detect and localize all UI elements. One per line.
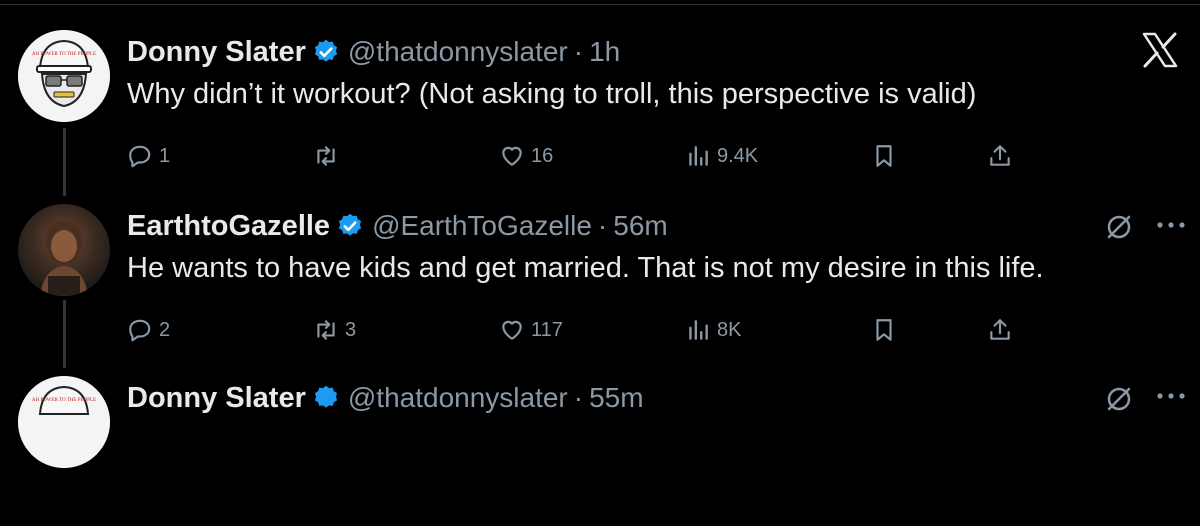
bookmark-button[interactable]	[871, 310, 903, 350]
tweet-actions: 2 3 117 8K	[127, 310, 1027, 350]
share-icon	[990, 319, 1010, 340]
tweet-text: He wants to have kids and get married. T…	[127, 252, 1044, 284]
share-button[interactable]	[987, 136, 1019, 176]
reply-icon	[129, 319, 151, 342]
repost-count: 3	[345, 318, 357, 341]
top-divider	[0, 4, 1200, 5]
tweet-header: EarthtoGazelle @EarthToGazelle · 56m	[127, 204, 668, 248]
reply-icon	[129, 145, 151, 168]
views-button[interactable]: 8K	[685, 310, 741, 350]
reply-button[interactable]: 1	[127, 136, 170, 176]
mute-icon[interactable]	[1104, 212, 1134, 242]
timestamp[interactable]: 1h	[589, 36, 620, 68]
tweet-header: Donny Slater @thatdonnyslater · 1h	[127, 30, 620, 74]
bookmark-icon	[876, 145, 892, 167]
cartoon-avatar-icon: AH POWER TO THE PEOPLE	[18, 30, 110, 122]
tweet-text: Why didn’t it workout? (Not asking to tr…	[127, 78, 977, 110]
like-button[interactable]: 16	[499, 136, 553, 176]
display-name[interactable]: EarthtoGazelle	[127, 210, 330, 243]
reply-button[interactable]: 2	[127, 310, 170, 350]
views-count: 8K	[717, 318, 742, 341]
timestamp[interactable]: 55m	[589, 382, 643, 414]
like-button[interactable]: 117	[499, 310, 563, 350]
mute-icon[interactable]	[1104, 384, 1134, 414]
display-name[interactable]: Donny Slater	[127, 382, 306, 415]
repost-button[interactable]	[313, 136, 345, 176]
like-count: 16	[531, 144, 554, 167]
display-name[interactable]: Donny Slater	[127, 36, 306, 69]
avatar[interactable]	[18, 204, 110, 296]
repost-button[interactable]: 3	[313, 310, 356, 350]
bookmark-button[interactable]	[871, 136, 903, 176]
separator: ·	[573, 382, 584, 413]
views-count: 9.4K	[717, 144, 759, 167]
profile-photo-icon	[40, 220, 88, 296]
avatar[interactable]: AH POWER TO THE PEOPLE	[18, 376, 110, 468]
views-chart-icon	[689, 320, 708, 340]
verified-badge-icon	[338, 213, 362, 236]
avatar-cap-text: AH POWER TO THE PEOPLE	[32, 398, 96, 403]
repost-icon	[317, 320, 335, 340]
tweet-actions: 1 16 9.4K	[127, 136, 1027, 176]
separator: ·	[573, 36, 584, 67]
handle[interactable]: @thatdonnyslater	[348, 382, 568, 414]
cartoon-avatar-icon: AH POWER TO THE PEOPLE	[18, 376, 110, 468]
views-chart-icon	[689, 146, 708, 166]
tweet[interactable]: AH POWER TO THE PEOPLE Donny Slater @tha…	[0, 30, 1200, 180]
handle[interactable]: @thatdonnyslater	[348, 36, 568, 68]
like-count: 117	[531, 318, 563, 341]
more-options-icon[interactable]	[1154, 386, 1188, 406]
share-icon	[990, 145, 1010, 166]
reply-count: 2	[159, 318, 171, 341]
reply-count: 1	[159, 144, 171, 167]
avatar[interactable]: AH POWER TO THE PEOPLE	[18, 30, 110, 122]
repost-icon	[317, 146, 335, 166]
verified-badge-icon	[314, 39, 337, 62]
heart-icon	[502, 146, 522, 166]
timestamp[interactable]: 56m	[613, 210, 667, 242]
heart-icon	[502, 320, 522, 340]
verified-badge-icon	[314, 385, 337, 408]
tweet[interactable]: AH POWER TO THE PEOPLE Donny Slater @tha…	[0, 376, 1200, 526]
views-button[interactable]: 9.4K	[685, 136, 758, 176]
more-options-icon[interactable]	[1154, 215, 1188, 235]
handle[interactable]: @EarthToGazelle	[372, 210, 592, 242]
share-button[interactable]	[987, 310, 1019, 350]
tweet-header: Donny Slater @thatdonnyslater · 55m	[127, 376, 644, 420]
separator: ·	[597, 210, 608, 241]
tweet[interactable]: EarthtoGazelle @EarthToGazelle · 56m He …	[0, 204, 1200, 354]
bookmark-icon	[876, 319, 892, 341]
avatar-cap-text: AH POWER TO THE PEOPLE	[32, 52, 96, 57]
